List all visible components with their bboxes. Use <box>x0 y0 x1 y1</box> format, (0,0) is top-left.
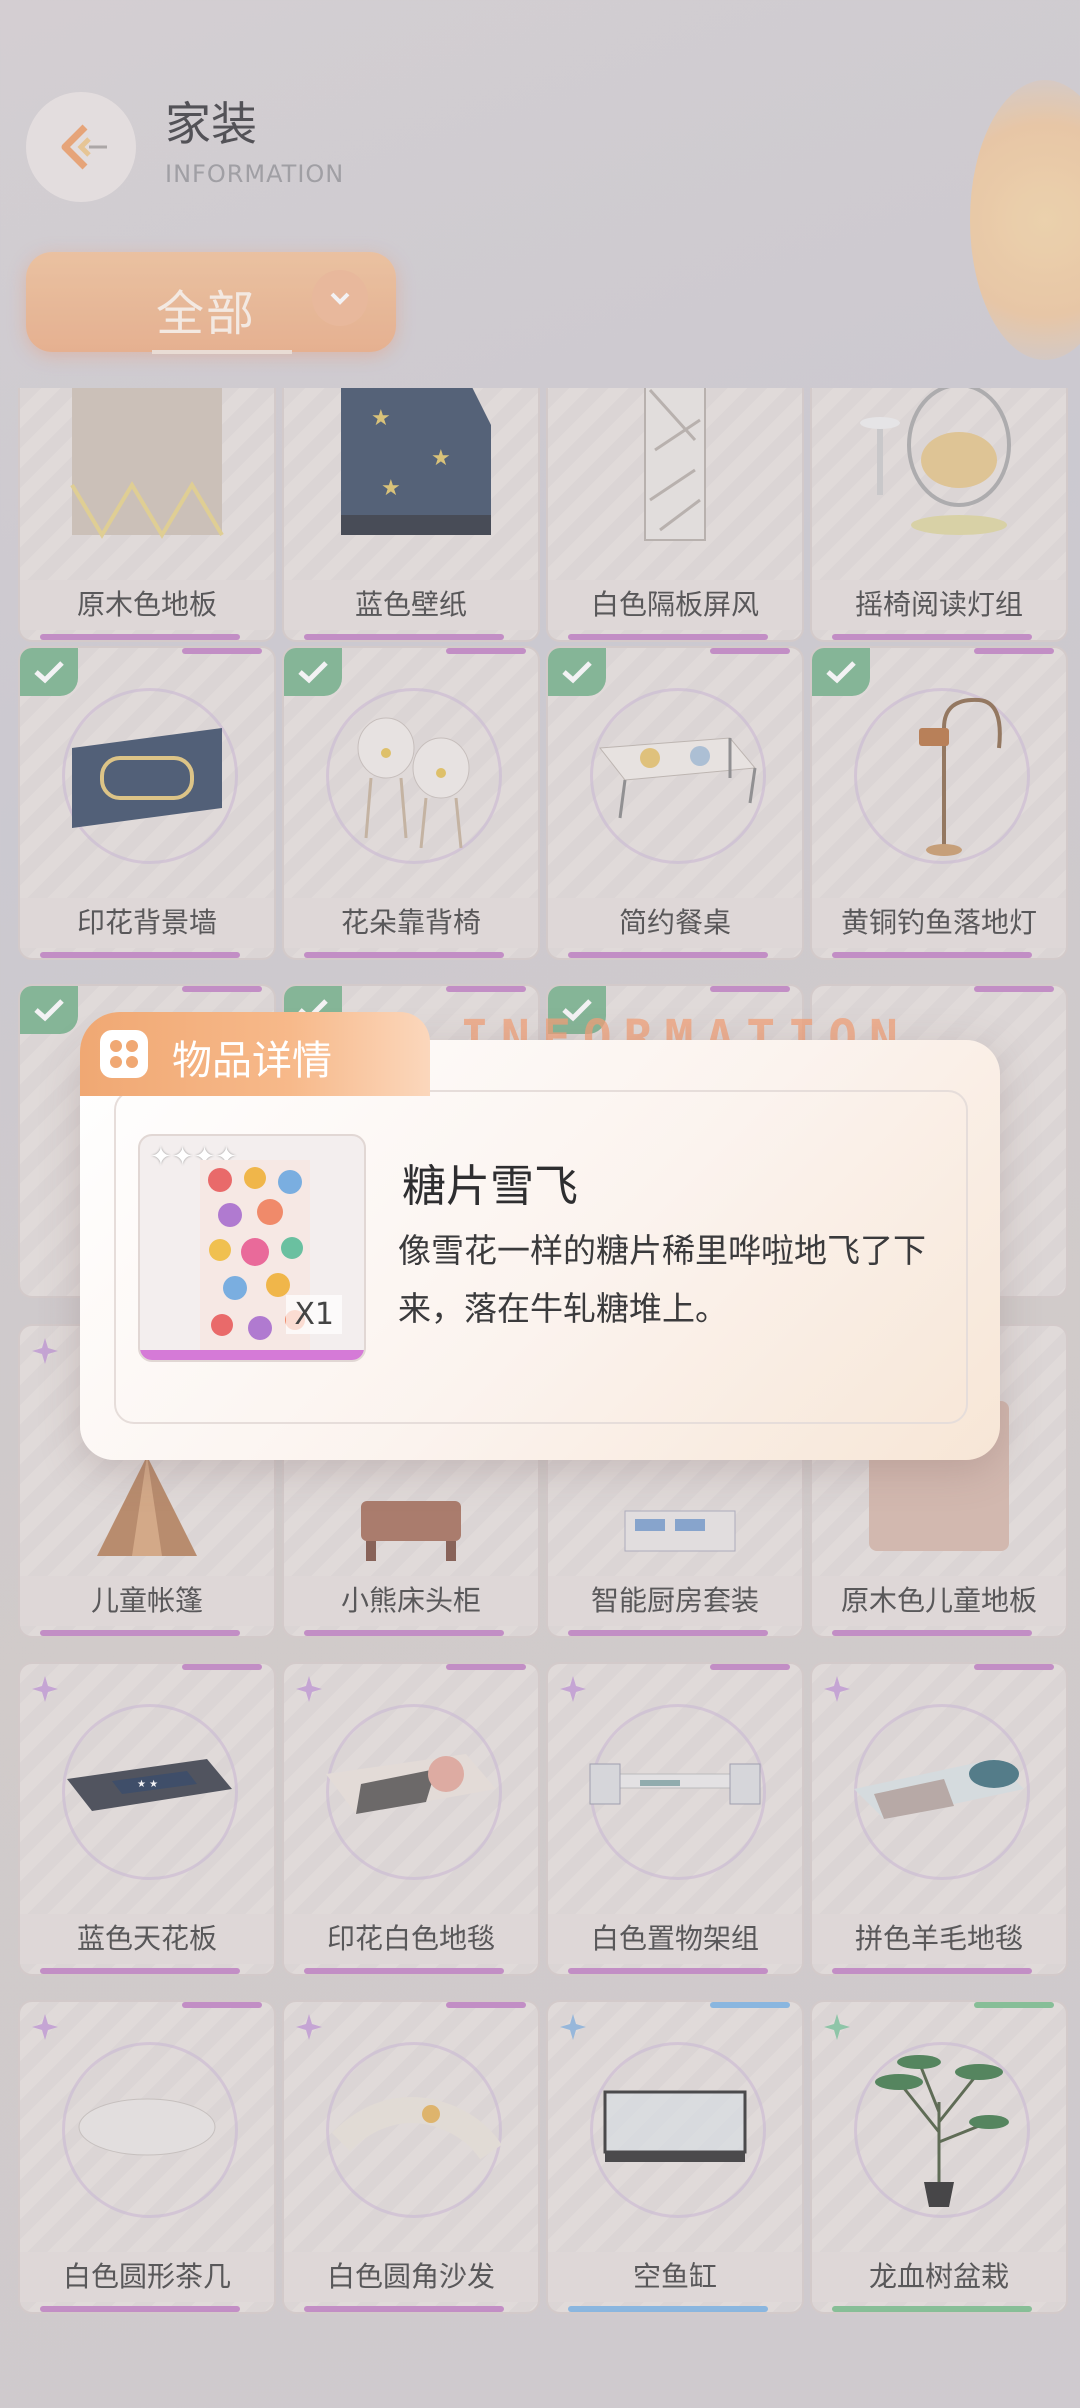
item-description: 像雪花一样的糖片稀里哗啦地飞了下来，落在牛轧糖堆上。 <box>398 1231 926 1328</box>
modal-tab: 物品详情 <box>80 1012 430 1096</box>
rarity-border <box>140 1350 364 1360</box>
grid-icon <box>100 1030 148 1078</box>
item-preview-tile: ✦✦✦✦ X1 <box>138 1134 366 1362</box>
item-quantity: X1 <box>286 1295 342 1334</box>
item-title: 糖片雪飞 <box>402 1161 578 1212</box>
modal-title: 物品详情 <box>172 1038 332 1084</box>
